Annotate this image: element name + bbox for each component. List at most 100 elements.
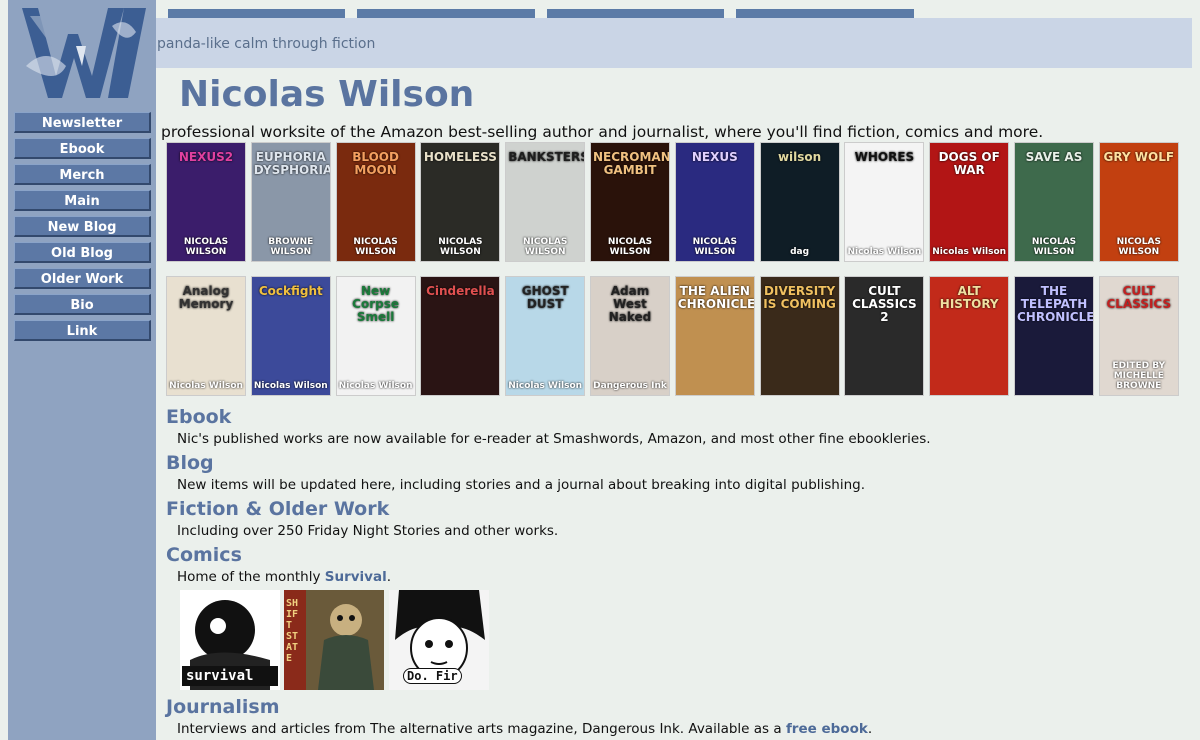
book-cover-author: Nicolas Wilson xyxy=(847,247,922,257)
book-cover-author: NICOLAS WILSON xyxy=(1116,237,1161,257)
section-journalism-text: Interviews and articles from The alterna… xyxy=(177,721,872,737)
survival-link[interactable]: Survival xyxy=(325,569,387,585)
free-ebook-link[interactable]: free ebook xyxy=(786,721,868,737)
book-cover[interactable]: NEXUS2 NICOLAS WILSON xyxy=(166,142,246,262)
book-cover-title: CULT CLASSICS xyxy=(1106,284,1172,311)
section-comics-text: Home of the monthly Survival. xyxy=(177,569,391,585)
book-cover-author: NICOLAS WILSON xyxy=(353,237,398,257)
book-cover-title: NEXUS xyxy=(691,150,738,164)
book-cover-title: WHORES xyxy=(854,150,915,164)
book-cover-title: EUPHORIA DYSPHORIA xyxy=(253,150,331,177)
top-tab[interactable] xyxy=(736,9,914,18)
site-logo[interactable] xyxy=(16,6,152,102)
book-cover-title: SAVE AS xyxy=(1025,150,1083,164)
book-cover-title: BLOOD MOON xyxy=(352,150,399,177)
book-cover-author: Nicolas Wilson xyxy=(169,381,243,391)
comic-do-fir[interactable]: Do. Fir xyxy=(389,590,489,690)
page-title: Nicolas Wilson xyxy=(179,74,475,115)
section-fiction-heading[interactable]: Fiction & Older Work xyxy=(166,498,389,520)
book-cover[interactable]: GRY WOLF NICOLAS WILSON xyxy=(1098,142,1179,262)
top-tab[interactable] xyxy=(168,9,345,18)
book-cover[interactable]: wilson dag xyxy=(759,142,840,262)
book-cover-title: Cockfight xyxy=(258,284,323,298)
book-cover[interactable]: SAVE AS NICOLAS WILSON xyxy=(1014,142,1094,262)
book-cover[interactable]: Cinderella xyxy=(420,276,501,396)
comic-survival[interactable]: survival xyxy=(180,590,280,690)
book-cover[interactable]: HOMELESS NICOLAS WILSON xyxy=(420,142,501,262)
nav-menu: Newsletter Ebook Merch Main New Blog Old… xyxy=(14,112,151,346)
book-cover-author: Nicolas Wilson xyxy=(508,381,583,391)
nav-merch[interactable]: Merch xyxy=(14,164,151,185)
book-cover-author: NICOLAS WILSON xyxy=(607,237,653,257)
journalism-text-after: . xyxy=(867,721,873,737)
nav-link[interactable]: Link xyxy=(14,320,151,341)
book-cover[interactable]: ALT HISTORY xyxy=(929,276,1010,396)
section-comics-heading[interactable]: Comics xyxy=(166,544,242,566)
comics-text-after: . xyxy=(386,569,392,585)
book-cover[interactable]: NEXUS NICOLAS WILSON xyxy=(674,142,755,262)
book-cover-author: BROWNE WILSON xyxy=(268,237,314,257)
book-cover[interactable]: DOGS OF WAR Nicolas Wilson xyxy=(929,142,1010,262)
comic-survival-label: survival xyxy=(186,668,254,684)
comic-do-fir-label: Do. Fir xyxy=(403,668,462,684)
comic-shift-state-label: SHIFT STATE xyxy=(286,598,299,664)
nav-bio[interactable]: Bio xyxy=(14,294,151,315)
book-cover-title: GHOST DUST xyxy=(521,284,569,311)
book-cover[interactable]: Adam West Naked Dangerous Ink xyxy=(590,276,670,396)
book-cover-author: Dangerous Ink xyxy=(593,381,667,391)
book-cover-title: DOGS OF WAR xyxy=(938,150,1000,177)
book-cover[interactable]: BANKSTERS NICOLAS WILSON xyxy=(505,142,586,262)
book-cover[interactable]: EUPHORIA DYSPHORIA BROWNE WILSON xyxy=(250,142,331,262)
nav-older-work[interactable]: Older Work xyxy=(14,268,151,289)
comic-shift-state[interactable]: SHIFT STATE xyxy=(284,590,384,690)
book-cover[interactable]: GHOST DUST Nicolas Wilson xyxy=(505,276,586,396)
book-cover[interactable]: Cockfight Nicolas Wilson xyxy=(250,276,331,396)
book-cover-author: NICOLAS WILSON xyxy=(1031,237,1077,257)
book-cover-author: NICOLAS WILSON xyxy=(438,237,483,257)
book-cover[interactable]: CULT CLASSICS EDITED BY MICHELLE BROWNE xyxy=(1098,276,1179,396)
book-cover-title: CULT CLASSICS 2 xyxy=(852,284,917,324)
section-journalism-heading[interactable]: Journalism xyxy=(166,696,280,718)
book-cover[interactable]: New Corpse Smell Nicolas Wilson xyxy=(335,276,416,396)
section-ebook-text: Nic's published works are now available … xyxy=(177,431,931,447)
book-cover-title: Analog Memory xyxy=(178,284,234,311)
book-cover-title: DIVERSITY IS COMING xyxy=(763,284,836,311)
top-tab[interactable] xyxy=(547,9,724,18)
book-cover-title: Cinderella xyxy=(426,284,495,298)
nav-ebook[interactable]: Ebook xyxy=(14,138,151,159)
book-cover[interactable]: THE TELEPATH CHRONICLES xyxy=(1014,276,1094,396)
book-cover-title: THE TELEPATH CHRONICLES xyxy=(1017,284,1094,324)
nav-old-blog[interactable]: Old Blog xyxy=(14,242,151,263)
book-cover-author: EDITED BY MICHELLE BROWNE xyxy=(1112,361,1166,391)
book-cover-author: NICOLAS WILSON xyxy=(183,237,229,257)
book-cover-title: BANKSTERS xyxy=(508,150,586,164)
book-cover-author: Nicolas Wilson xyxy=(338,381,413,391)
book-cover-author: NICOLAS WILSON xyxy=(523,237,568,257)
nav-main[interactable]: Main xyxy=(14,190,151,211)
nav-newsletter[interactable]: Newsletter xyxy=(14,112,151,133)
book-cover-author: NICOLAS WILSON xyxy=(692,237,737,257)
book-cover[interactable]: THE ALIEN CHRONICLES xyxy=(674,276,755,396)
book-cover-title: New Corpse Smell xyxy=(352,284,400,324)
book-cover-title: wilson xyxy=(777,150,822,164)
section-ebook-heading[interactable]: Ebook xyxy=(166,406,231,428)
book-cover[interactable]: DIVERSITY IS COMING xyxy=(759,276,840,396)
section-fiction-text: Including over 250 Friday Night Stories … xyxy=(177,523,559,539)
book-cover[interactable]: Analog Memory Nicolas Wilson xyxy=(166,276,246,396)
sidebar: Newsletter Ebook Merch Main New Blog Old… xyxy=(8,0,156,740)
book-cover[interactable]: WHORES Nicolas Wilson xyxy=(844,142,925,262)
book-cover-title: HOMELESS xyxy=(423,150,497,164)
book-cover-title: NEXUS2 xyxy=(178,150,234,164)
book-cover-title: NECROMANCER'S GAMBIT xyxy=(593,150,670,177)
site-tagline: panda-like calm through fiction xyxy=(157,36,376,52)
journalism-text-before: Interviews and articles from The alterna… xyxy=(177,721,786,737)
book-cover[interactable]: BLOOD MOON NICOLAS WILSON xyxy=(335,142,416,262)
section-blog-heading[interactable]: Blog xyxy=(166,452,214,474)
book-cover[interactable]: NECROMANCER'S GAMBIT NICOLAS WILSON xyxy=(590,142,670,262)
page-subtitle: professional worksite of the Amazon best… xyxy=(161,123,1044,141)
section-blog-text: New items will be updated here, includin… xyxy=(177,477,866,493)
top-tab[interactable] xyxy=(357,9,535,18)
comics-text-before: Home of the monthly xyxy=(177,569,325,585)
nav-new-blog[interactable]: New Blog xyxy=(14,216,151,237)
book-cover[interactable]: CULT CLASSICS 2 xyxy=(844,276,925,396)
